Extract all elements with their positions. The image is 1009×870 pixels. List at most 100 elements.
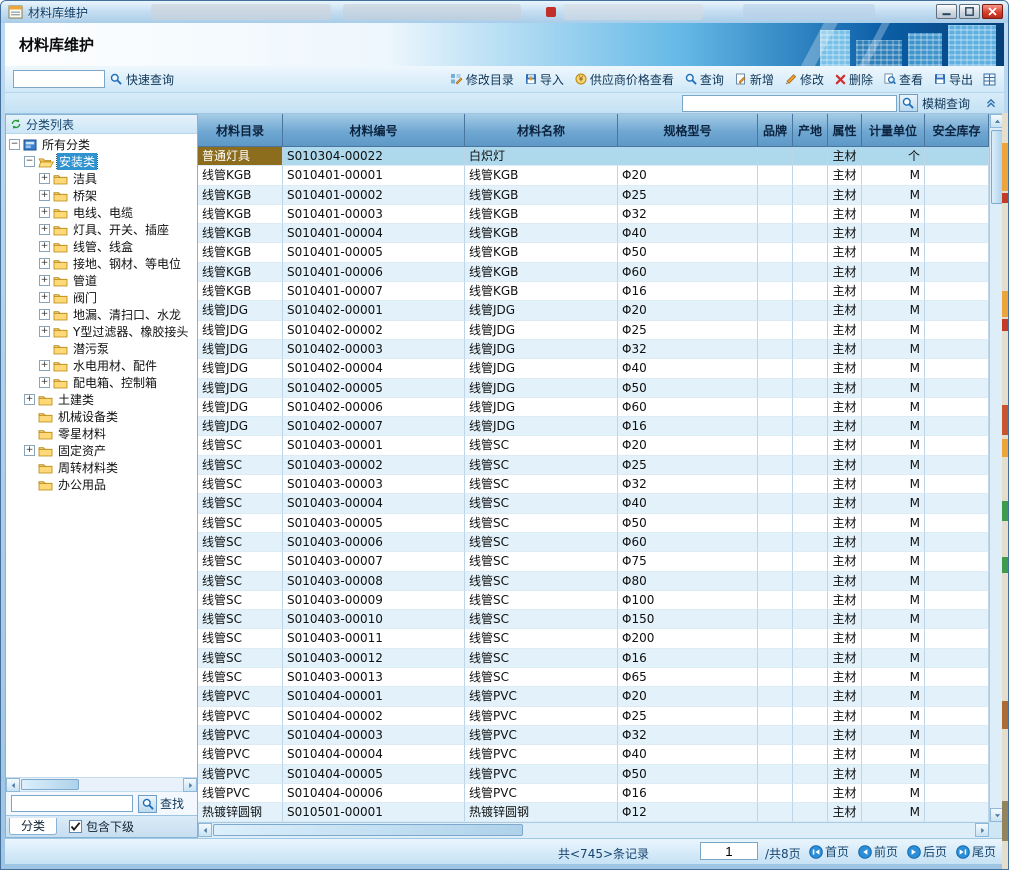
table-row[interactable]: 线管SCS010403-00010线管SCΦ150主材M	[198, 610, 989, 629]
table-row[interactable]: 线管PVCS010404-00001线管PVCΦ20主材M	[198, 687, 989, 706]
table-row[interactable]: 线管KGBS010401-00005线管KGBΦ50主材M	[198, 243, 989, 262]
table-row[interactable]: 线管SCS010403-00001线管SCΦ20主材M	[198, 436, 989, 455]
tree-item-0[interactable]: −所有分类	[6, 136, 197, 153]
maximize-button[interactable]	[959, 4, 980, 19]
tree-item-12[interactable]: 潜污泵	[6, 340, 197, 357]
expand-icon[interactable]: +	[39, 360, 50, 371]
expand-icon[interactable]: +	[39, 309, 50, 320]
tree-find-button[interactable]	[138, 795, 157, 813]
table-row[interactable]: 线管JDGS010402-00003线管JDGΦ32主材M	[198, 340, 989, 359]
page-number-input[interactable]	[700, 842, 758, 860]
table-row[interactable]: 线管SCS010403-00006线管SCΦ60主材M	[198, 533, 989, 552]
tree-item-17[interactable]: 零星材料	[6, 425, 197, 442]
expand-icon[interactable]: +	[39, 275, 50, 286]
minimize-button[interactable]	[936, 4, 957, 19]
tree-item-2[interactable]: +洁具	[6, 170, 197, 187]
toolbar-button-query[interactable]: 查询	[685, 71, 724, 88]
table-row[interactable]: 线管SCS010403-00005线管SCΦ50主材M	[198, 514, 989, 533]
toolbar-button-edit-catalog[interactable]: 修改目录	[450, 71, 514, 88]
tree-item-18[interactable]: +固定资产	[6, 442, 197, 459]
table-row[interactable]: 线管JDGS010402-00004线管JDGΦ40主材M	[198, 359, 989, 378]
table-row[interactable]: 线管SCS010403-00011线管SCΦ200主材M	[198, 629, 989, 648]
title-bar[interactable]: 材料库维护	[1, 1, 1008, 23]
column-header-3[interactable]: 规格型号	[618, 114, 758, 147]
column-header-8[interactable]: 安全库存	[925, 114, 989, 147]
toolbar-button-add[interactable]: 新增	[735, 71, 774, 88]
table-row[interactable]: 线管PVCS010404-00005线管PVCΦ50主材M	[198, 765, 989, 784]
table-row[interactable]: 线管KGBS010401-00001线管KGBΦ20主材M	[198, 166, 989, 185]
collapse-icon[interactable]: −	[24, 156, 35, 167]
expand-icon[interactable]: +	[39, 258, 50, 269]
tree-item-15[interactable]: +土建类	[6, 391, 197, 408]
table-row[interactable]: 线管SCS010403-00003线管SCΦ32主材M	[198, 475, 989, 494]
nav-prev-button[interactable]: 前页	[858, 843, 898, 860]
scrollbar-thumb[interactable]	[213, 824, 523, 836]
table-row[interactable]: 线管PVCS010404-00002线管PVCΦ25主材M	[198, 707, 989, 726]
table-row[interactable]: 线管JDGS010402-00002线管JDGΦ25主材M	[198, 321, 989, 340]
tree-item-4[interactable]: +电线、电缆	[6, 204, 197, 221]
table-row[interactable]: 线管KGBS010401-00006线管KGBΦ60主材M	[198, 263, 989, 282]
tree-item-20[interactable]: 办公用品	[6, 476, 197, 493]
toolbar-button-import[interactable]: 导入	[525, 71, 564, 88]
table-row[interactable]: 线管SCS010403-00008线管SCΦ80主材M	[198, 572, 989, 591]
tree-item-7[interactable]: +接地、钢材、等电位	[6, 255, 197, 272]
tree-item-13[interactable]: +水电用材、配件	[6, 357, 197, 374]
scroll-left-icon[interactable]	[6, 778, 20, 792]
table-row[interactable]: 线管JDGS010402-00006线管JDGΦ60主材M	[198, 398, 989, 417]
collapse-panel-icon[interactable]	[986, 98, 996, 108]
tree-item-9[interactable]: +阀门	[6, 289, 197, 306]
table-row[interactable]: 热镀锌圆钢S010501-00001热镀锌圆钢Φ12主材M	[198, 803, 989, 822]
table-row[interactable]: 线管JDGS010402-00001线管JDGΦ20主材M	[198, 301, 989, 320]
column-header-7[interactable]: 计量单位	[862, 114, 925, 147]
sidebar-horizontal-scrollbar[interactable]	[6, 777, 197, 791]
expand-icon[interactable]: +	[39, 377, 50, 388]
tree-item-8[interactable]: +管道	[6, 272, 197, 289]
toolbar-button-delete[interactable]: 删除	[835, 71, 873, 88]
tree-item-14[interactable]: +配电箱、控制箱	[6, 374, 197, 391]
toolbar-button-view[interactable]: 查看	[884, 71, 923, 88]
tree-item-5[interactable]: +灯具、开关、插座	[6, 221, 197, 238]
tree-find-input[interactable]	[11, 795, 133, 812]
column-header-2[interactable]: 材料名称	[465, 114, 618, 147]
checkbox-checked-icon[interactable]	[69, 820, 82, 833]
expand-icon[interactable]: +	[39, 190, 50, 201]
table-row[interactable]: 线管KGBS010401-00007线管KGBΦ16主材M	[198, 282, 989, 301]
tree-item-19[interactable]: 周转材料类	[6, 459, 197, 476]
tree-item-3[interactable]: +桥架	[6, 187, 197, 204]
tree-item-11[interactable]: +Y型过滤器、橡胶接头	[6, 323, 197, 340]
expand-icon[interactable]: +	[39, 241, 50, 252]
table-row[interactable]: 线管KGBS010401-00004线管KGBΦ40主材M	[198, 224, 989, 243]
table-row[interactable]: 线管SCS010403-00013线管SCΦ65主材M	[198, 668, 989, 687]
expand-icon[interactable]: +	[39, 173, 50, 184]
expand-icon[interactable]: +	[39, 292, 50, 303]
close-button[interactable]	[982, 4, 1003, 19]
scroll-left-icon[interactable]	[198, 823, 212, 837]
table-row[interactable]: 线管JDGS010402-00007线管JDGΦ16主材M	[198, 417, 989, 436]
expand-icon[interactable]: +	[39, 207, 50, 218]
table-row[interactable]: 线管JDGS010402-00005线管JDGΦ50主材M	[198, 379, 989, 398]
tree-item-16[interactable]: 机械设备类	[6, 408, 197, 425]
table-row[interactable]: 线管SCS010403-00007线管SCΦ75主材M	[198, 552, 989, 571]
tree-item-6[interactable]: +线管、线盒	[6, 238, 197, 255]
refresh-icon[interactable]	[10, 118, 22, 130]
table-row[interactable]: 线管PVCS010404-00004线管PVCΦ40主材M	[198, 745, 989, 764]
column-config-icon[interactable]	[983, 73, 996, 86]
expand-icon[interactable]: +	[39, 224, 50, 235]
table-row[interactable]: 线管SCS010403-00004线管SCΦ40主材M	[198, 494, 989, 513]
column-header-6[interactable]: 属性	[828, 114, 862, 147]
nav-first-button[interactable]: 首页	[809, 843, 849, 860]
fuzzy-search-input[interactable]	[682, 95, 897, 112]
table-row[interactable]: 线管KGBS010401-00003线管KGBΦ32主材M	[198, 205, 989, 224]
nav-next-button[interactable]: 后页	[907, 843, 947, 860]
toolbar-button-supplier-price[interactable]: ¥供应商价格查看	[575, 71, 674, 88]
column-header-0[interactable]: 材料目录	[198, 114, 283, 147]
include-children-option[interactable]: 包含下级	[69, 818, 134, 835]
column-header-4[interactable]: 品牌	[758, 114, 793, 147]
scrollbar-thumb[interactable]	[21, 779, 79, 790]
column-header-5[interactable]: 产地	[793, 114, 828, 147]
scroll-right-icon[interactable]	[183, 778, 197, 792]
scroll-right-icon[interactable]	[975, 823, 989, 837]
tree-item-1[interactable]: −安装类	[6, 153, 197, 170]
table-row[interactable]: 普通灯具S010304-00022白炽灯主材个	[198, 147, 989, 166]
toolbar-button-export[interactable]: 导出	[934, 71, 973, 88]
